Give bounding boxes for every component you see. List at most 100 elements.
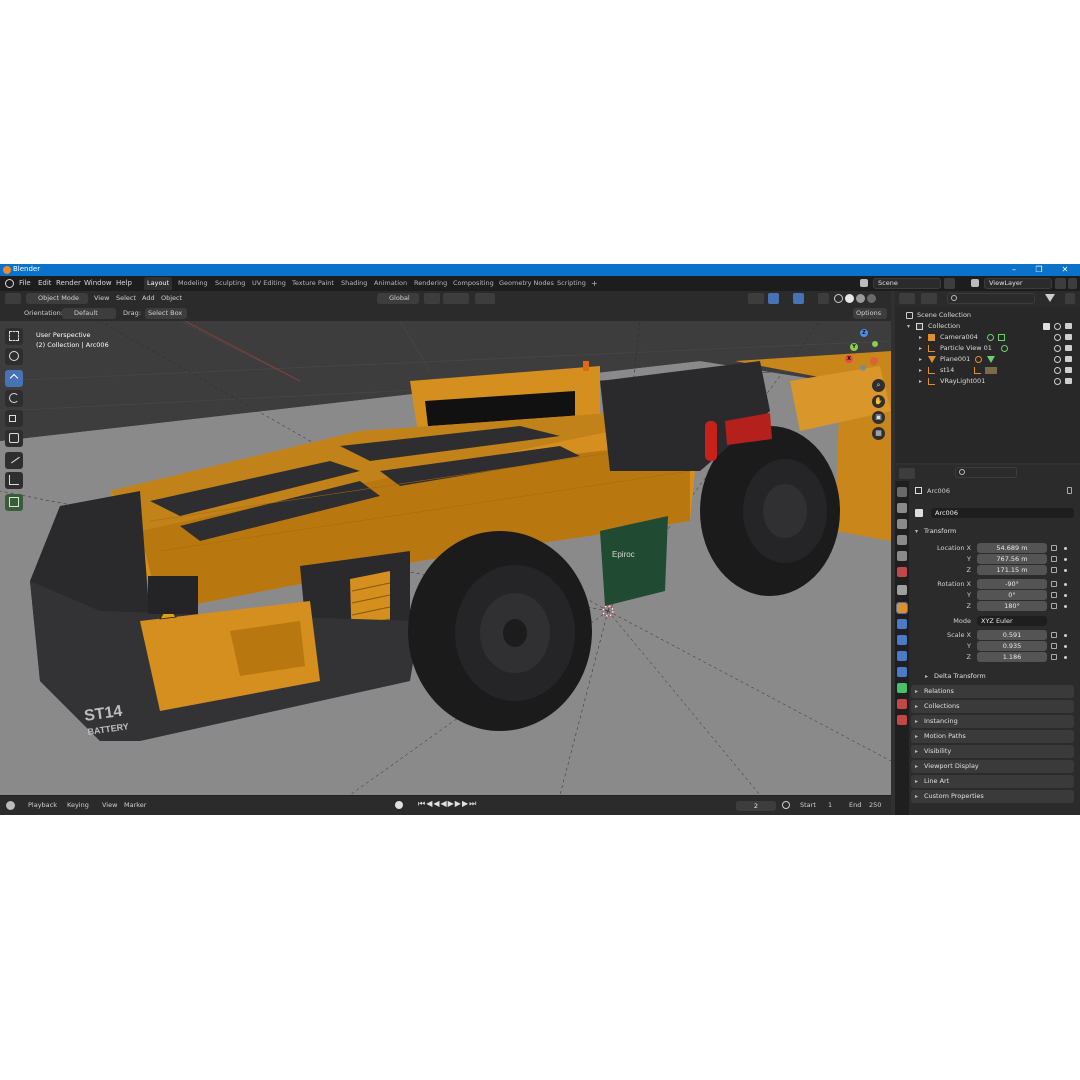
gizmo-x-axis[interactable]: X [845, 355, 853, 363]
gizmo-z-neg[interactable] [860, 365, 866, 371]
menu-keying[interactable]: Keying [67, 801, 89, 809]
transform-tool[interactable] [5, 430, 23, 447]
keyframe-dot[interactable] [1064, 558, 1067, 561]
outliner-collection[interactable]: ▾ Collection [895, 321, 1080, 332]
visibility-panel-header[interactable]: ▸ Visibility [911, 745, 1074, 758]
outliner-editor-icon[interactable] [899, 293, 915, 304]
new-scene-icon[interactable] [944, 278, 955, 289]
menu-window[interactable]: Window [84, 279, 112, 287]
relations-panel-header[interactable]: ▸ Relations [911, 685, 1074, 698]
lock-icon[interactable] [1051, 545, 1057, 551]
timeline-editor-icon[interactable] [6, 801, 15, 810]
tab-sculpting[interactable]: Sculpting [212, 277, 248, 290]
keyframe-dot[interactable] [1064, 656, 1067, 659]
menu-edit[interactable]: Edit [38, 279, 52, 287]
3d-viewport[interactable]: Epiroc ST14 BATTERY User Perspective (2)… [0, 321, 891, 795]
add-workspace-button[interactable]: + [588, 277, 601, 290]
outliner-item-particle-view[interactable]: ▸ Particle View 01 [895, 343, 1080, 354]
tab-uv-editing[interactable]: UV Editing [249, 277, 289, 290]
collections-panel-header[interactable]: ▸ Collections [911, 700, 1074, 713]
visibility-eye-icon[interactable] [1054, 378, 1061, 385]
render-tab-icon[interactable] [897, 503, 907, 513]
menu-playback[interactable]: Playback [28, 801, 57, 809]
instancing-panel-header[interactable]: ▸ Instancing [911, 715, 1074, 728]
close-button[interactable]: ✕ [1054, 264, 1076, 276]
rotate-tool[interactable] [5, 390, 23, 407]
drag-dropdown[interactable]: Select Box [145, 308, 187, 319]
zoom-icon[interactable]: ⌕ [872, 379, 885, 392]
tab-shading[interactable]: Shading [338, 277, 370, 290]
render-camera-icon[interactable] [1065, 367, 1072, 373]
outliner-item-st14[interactable]: ▸ st14 [895, 365, 1080, 376]
viewlayer-selector[interactable]: ViewLayer [984, 278, 1052, 289]
visibility-eye-icon[interactable] [1054, 334, 1061, 341]
measure-tool[interactable] [5, 472, 23, 489]
transform-panel-header[interactable]: ▾ Transform [911, 525, 1074, 538]
scale-z-field[interactable]: 1.186 [977, 652, 1047, 662]
expand-chevron-icon[interactable]: ▸ [919, 365, 922, 376]
filter-icon[interactable] [1045, 294, 1055, 302]
lock-icon[interactable] [1051, 603, 1057, 609]
camera-view-icon[interactable]: ▣ [872, 411, 885, 424]
tab-texture-paint[interactable]: Texture Paint [289, 277, 337, 290]
current-frame-field[interactable]: 2 [736, 801, 776, 811]
keyframe-dot[interactable] [1064, 547, 1067, 550]
tab-geometry-nodes[interactable]: Geometry Nodes [496, 277, 557, 290]
pivot-point-icon[interactable] [424, 293, 440, 304]
render-camera-icon[interactable] [1065, 356, 1072, 362]
viewport-display-panel-header[interactable]: ▸ Viewport Display [911, 760, 1074, 773]
gizmo-z-axis[interactable]: Z [860, 329, 868, 337]
modifier-tab-icon[interactable] [897, 619, 907, 629]
scene-selector[interactable]: Scene [873, 278, 941, 289]
outliner-item-plane001[interactable]: ▸ Plane001 [895, 354, 1080, 365]
overlay-toggle-icon[interactable] [793, 293, 804, 304]
visibility-eye-icon[interactable] [1054, 356, 1061, 363]
blender-menu-icon[interactable] [5, 279, 14, 288]
rotation-y-field[interactable]: 0° [977, 590, 1047, 600]
menu-file[interactable]: File [19, 279, 31, 287]
properties-editor-icon[interactable] [899, 468, 915, 479]
menu-add[interactable]: Add [142, 294, 155, 302]
tab-rendering[interactable]: Rendering [411, 277, 450, 290]
expand-chevron-icon[interactable]: ▸ [919, 343, 922, 354]
collapse-chevron-icon[interactable]: ▾ [907, 321, 910, 332]
lock-icon[interactable] [1051, 556, 1057, 562]
render-camera-icon[interactable] [1065, 323, 1072, 329]
keyframe-dot[interactable] [1064, 583, 1067, 586]
menu-object[interactable]: Object [161, 294, 182, 302]
gizmo-toggle-icon[interactable] [768, 293, 779, 304]
lock-icon[interactable] [1051, 654, 1057, 660]
material-shading-icon[interactable] [856, 294, 865, 303]
visibility-eye-icon[interactable] [1054, 367, 1061, 374]
solid-shading-icon[interactable] [845, 294, 854, 303]
lock-icon[interactable] [1051, 581, 1057, 587]
snap-icon[interactable] [443, 293, 469, 304]
rendered-shading-icon[interactable] [867, 294, 876, 303]
select-box-tool[interactable] [5, 328, 23, 345]
rotation-z-field[interactable]: 180° [977, 601, 1047, 611]
record-icon[interactable] [395, 801, 403, 809]
tab-layout[interactable]: Layout [144, 277, 173, 290]
scale-y-field[interactable]: 0.935 [977, 641, 1047, 651]
data-tab-icon[interactable] [897, 683, 907, 693]
delta-transform-header[interactable]: ▸ Delta Transform [921, 670, 1074, 683]
render-camera-icon[interactable] [1065, 334, 1072, 340]
tool-tab-icon[interactable] [897, 487, 907, 497]
pan-hand-icon[interactable]: ✋ [872, 395, 885, 408]
start-frame-value[interactable]: 1 [828, 801, 832, 809]
annotate-tool[interactable] [5, 452, 23, 469]
orientation-dropdown[interactable]: Default [62, 308, 116, 319]
render-camera-icon[interactable] [1065, 345, 1072, 351]
lock-icon[interactable] [1051, 632, 1057, 638]
minimize-button[interactable]: – [1003, 264, 1025, 276]
editor-type-icon[interactable] [5, 293, 21, 304]
location-z-field[interactable]: 171.15 m [977, 565, 1047, 575]
lock-icon[interactable] [1051, 643, 1057, 649]
add-cube-tool[interactable] [5, 494, 23, 511]
visibility-eye-icon[interactable] [1054, 323, 1061, 330]
menu-select[interactable]: Select [116, 294, 136, 302]
location-x-field[interactable]: 54.689 m [977, 543, 1047, 553]
gizmo-y-axis[interactable]: Y [850, 343, 858, 351]
expand-chevron-icon[interactable]: ▸ [919, 354, 922, 365]
tab-compositing[interactable]: Compositing [450, 277, 497, 290]
